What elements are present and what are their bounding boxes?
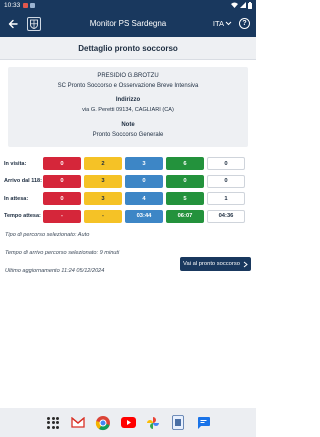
row-label: Tempo attesa:	[4, 213, 41, 220]
green-code-cell: 5	[166, 192, 204, 206]
green-code-cell: 6	[166, 157, 204, 171]
signal-icon	[240, 2, 246, 8]
yellow-code-cell: 3	[84, 174, 122, 188]
arrow-left-icon	[8, 19, 18, 28]
red-code-cell: 0	[43, 157, 81, 171]
yellow-code-cell: 2	[84, 157, 122, 171]
row-label: In visita:	[4, 160, 27, 167]
go-to-er-label: Vai al pronto soccorso	[183, 261, 240, 267]
table-row: In visita: 0 2 3 6 0	[4, 155, 252, 173]
chevron-right-icon	[243, 261, 248, 267]
language-selector[interactable]: ITA	[213, 19, 232, 28]
unit-name: SC Pronto Soccorso e Osservazione Breve …	[57, 83, 199, 89]
page-title: Dettaglio pronto soccorso	[78, 43, 178, 53]
hospital-info-card: PRESIDIO G.BROTZU SC Pronto Soccorso e O…	[8, 67, 248, 147]
red-code-cell: 0	[43, 192, 81, 206]
row-label: In attesa:	[4, 195, 29, 202]
blue-code-cell: 3	[125, 157, 163, 171]
last-update-text: Ultimo aggiornamento 11:24 05/12/2024	[5, 268, 105, 274]
presidio-name: PRESIDIO G.BROTZU	[97, 73, 159, 79]
youtube-icon[interactable]	[120, 414, 137, 431]
row-label: Arrivo dal 118:	[4, 178, 42, 185]
blue-code-cell: 4	[125, 192, 163, 206]
triage-table: In visita: 0 2 3 6 0 Arrivo dal 118: 0 3…	[4, 155, 252, 225]
messages-icon[interactable]	[195, 414, 212, 431]
green-code-cell: 06:07	[166, 209, 204, 223]
page-header: Dettaglio pronto soccorso	[0, 37, 256, 60]
sardegna-logo	[27, 16, 41, 31]
route-type-text: Tipo di percorso selezionato: Auto	[5, 232, 90, 238]
red-code-cell: 0	[43, 174, 81, 188]
language-label: ITA	[212, 19, 224, 28]
arrival-time-text: Tempo di arrivo percorso selezionato: 9 …	[5, 250, 120, 256]
table-row: Tempo attesa: - - 03:44 06:07 04:36	[4, 208, 252, 226]
system-icons	[231, 1, 252, 9]
screen: 10:33 Monitor PS Sardegna ITA ? Dettagli…	[0, 0, 256, 437]
white-code-cell: 1	[207, 192, 245, 206]
notes-text: Pronto Soccorso Generale	[92, 132, 164, 138]
white-code-cell: 0	[207, 157, 245, 171]
blue-code-cell: 03:44	[125, 209, 163, 223]
crest-icon	[30, 19, 38, 29]
red-code-cell: -	[43, 209, 81, 223]
back-button[interactable]	[0, 19, 26, 29]
address-heading: Indirizzo	[115, 97, 141, 103]
go-to-er-button[interactable]: Vai al pronto soccorso	[180, 257, 251, 271]
app-dock	[0, 408, 256, 437]
green-code-cell: 0	[166, 174, 204, 188]
chevron-down-icon	[225, 21, 232, 26]
app-bar: Monitor PS Sardegna ITA ?	[0, 10, 256, 37]
table-row: Arrivo dal 118: 0 3 0 0 0	[4, 173, 252, 191]
files-icon[interactable]	[170, 414, 187, 431]
white-code-cell: 04:36	[207, 209, 245, 223]
help-icon: ?	[242, 20, 247, 27]
status-time: 10:33	[4, 1, 21, 9]
photos-icon[interactable]	[145, 414, 162, 431]
blue-code-cell: 0	[125, 174, 163, 188]
help-button[interactable]: ?	[239, 18, 250, 29]
gmail-icon[interactable]	[70, 414, 87, 431]
address-text: via G. Peretti 09134, CAGLIARI (CA)	[82, 107, 174, 113]
notification-icon	[30, 2, 36, 8]
wifi-icon	[231, 2, 238, 8]
battery-icon	[248, 1, 252, 9]
yellow-code-cell: -	[84, 209, 122, 223]
apps-grid-icon[interactable]	[45, 414, 62, 431]
white-code-cell: 0	[207, 174, 245, 188]
yellow-code-cell: 3	[84, 192, 122, 206]
notes-heading: Note	[121, 122, 135, 128]
table-row: In attesa: 0 3 4 5 1	[4, 190, 252, 208]
notification-icon	[23, 2, 29, 8]
status-bar: 10:33	[0, 0, 256, 10]
chrome-icon[interactable]	[95, 414, 112, 431]
